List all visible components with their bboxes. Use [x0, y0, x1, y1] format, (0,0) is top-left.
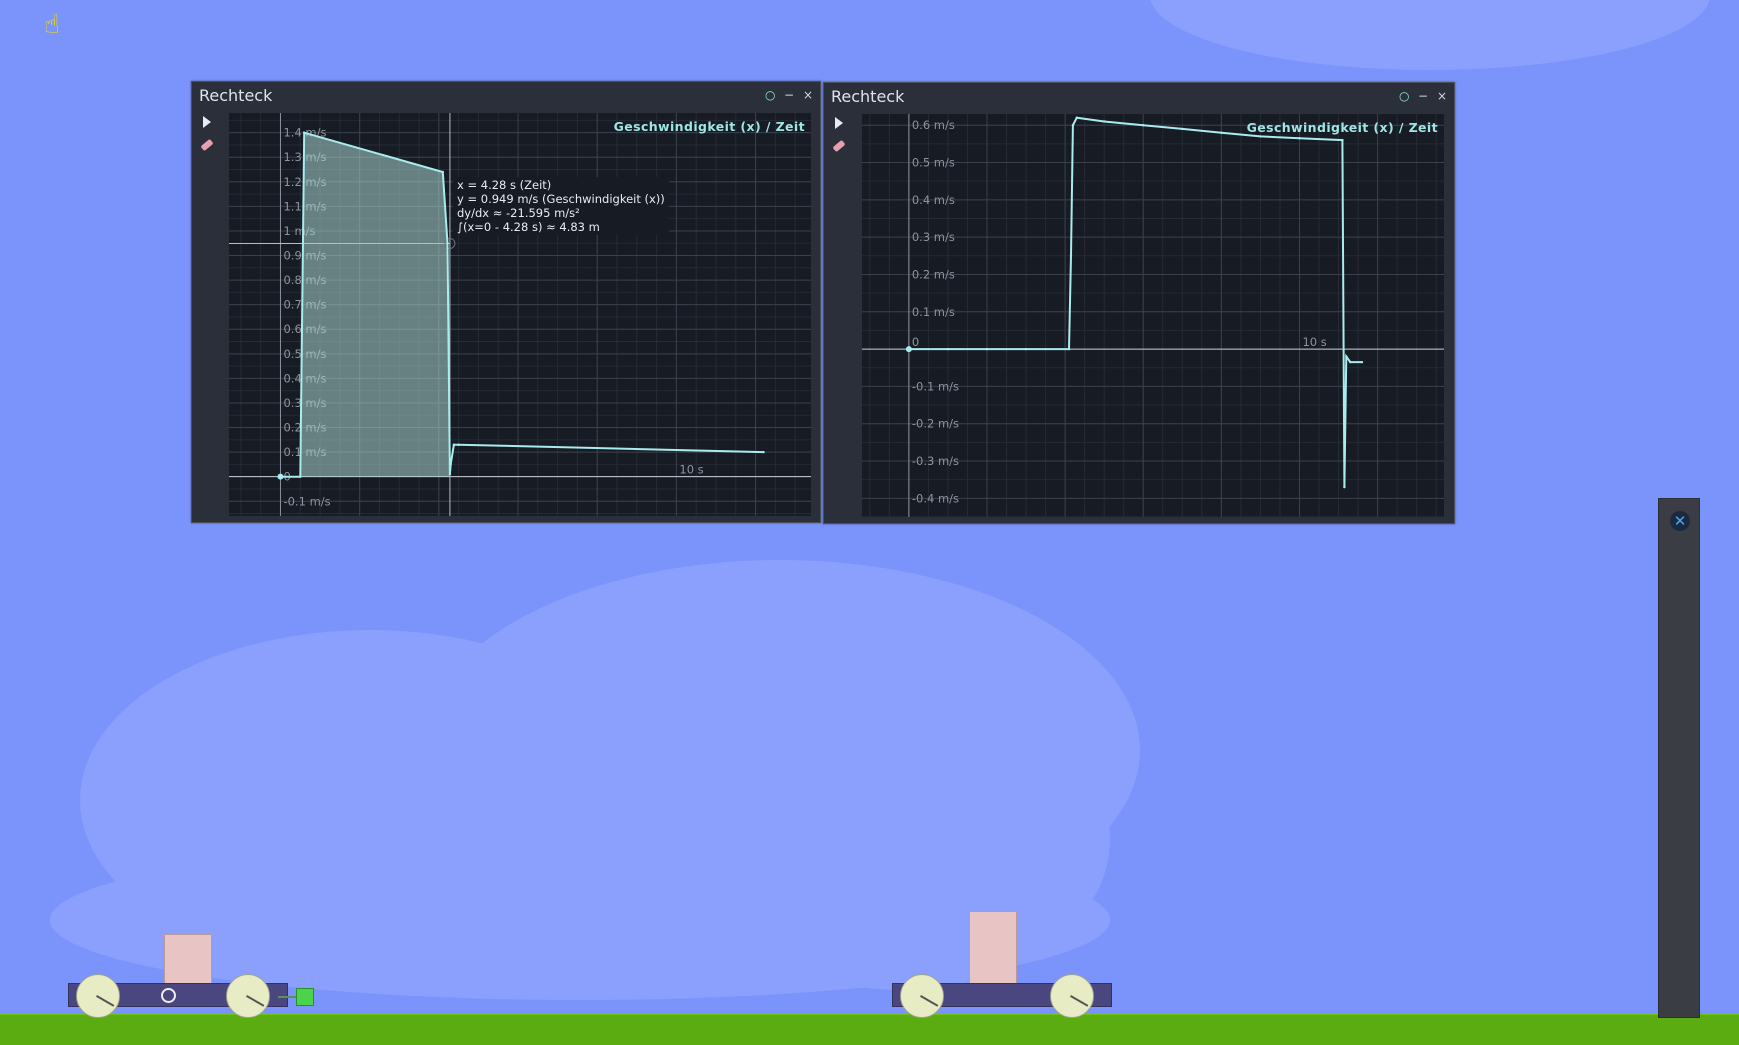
y-tick-label: 0.3 m/s: [912, 230, 955, 244]
pin-icon[interactable]: ○: [765, 88, 775, 102]
data-point: [985, 347, 989, 351]
y-tick-label: -0.2 m/s: [912, 417, 959, 431]
data-point: [441, 170, 444, 174]
data-point: [1075, 116, 1079, 119]
minimize-button[interactable]: −: [784, 88, 794, 102]
y-tick-label: 0.5 m/s: [912, 156, 955, 170]
eraser-icon[interactable]: [200, 138, 214, 152]
wheel[interactable]: [226, 974, 270, 1018]
y-tick-label: 0.1 m/s: [912, 305, 955, 319]
cart-load-block[interactable]: [969, 911, 1017, 984]
series-line: [908, 116, 1362, 488]
data-point: [1343, 485, 1346, 489]
sensor-link: [278, 996, 296, 998]
y-tick-label: -0.4 m/s: [912, 491, 959, 505]
y-tick-label: -0.3 m/s: [912, 454, 959, 468]
velocity-sensor[interactable]: [296, 988, 314, 1006]
tooltip-y: y = 0.949 m/s (Geschwindigkeit (x)): [457, 192, 665, 206]
cloud: [1150, 0, 1710, 70]
data-tooltip: x = 4.28 s (Zeit) y = 0.949 m/s (Geschwi…: [453, 177, 669, 235]
tooltip-integral: ∫(x=0 - 4.28 s) ≈ 4.83 m: [457, 220, 600, 234]
cart-load-block[interactable]: [164, 934, 212, 984]
wheel[interactable]: [1050, 974, 1094, 1018]
plot-area[interactable]: 1.4 m/s1.3 m/s1.2 m/s1.1 m/s1 m/s0.9 m/s…: [229, 113, 811, 516]
data-point: [1069, 254, 1073, 257]
window-title: Rechteck: [199, 86, 273, 105]
data-point: [1360, 360, 1364, 364]
velocity-time-chart[interactable]: 0.6 m/s 0.5 m/s 0.4 m/s 0.3 m/s 0.2 m/s 0.1 m…: [862, 114, 1444, 517]
data-point: [446, 242, 449, 245]
data-point: [1102, 120, 1106, 123]
play-icon[interactable]: [835, 117, 843, 129]
x-tick-label: 10 s: [679, 463, 703, 477]
data-point: [448, 473, 452, 476]
data-point: [1067, 347, 1071, 351]
wheel[interactable]: [76, 974, 120, 1018]
wheel[interactable]: [900, 974, 944, 1018]
plot-caption: Geschwindigkeit (x) / Zeit: [1246, 120, 1438, 135]
tooltip-x: x = 4.28 s (Zeit): [457, 178, 552, 192]
data-point: [457, 443, 460, 446]
data-point: [303, 131, 306, 134]
data-point: [1341, 138, 1344, 142]
data-point: [946, 347, 950, 351]
motor-icon: [161, 988, 176, 1003]
origin-marker: [277, 473, 284, 480]
data-point: [1220, 131, 1223, 134]
data-point: [1071, 123, 1075, 127]
y-tick-label: 0.6 m/s: [912, 118, 955, 132]
plot-caption: Geschwindigkeit (x) / Zeit: [613, 119, 805, 134]
tooltip-derivative: dy/dx ≈ -21.595 m/s²: [457, 206, 580, 220]
x-tick-label: 10 s: [1302, 335, 1326, 349]
plot-window-1[interactable]: Rechteck ○ − × 1.4 m/s1.3 m/s1.2 m/s1.1 …: [191, 81, 821, 523]
titlebar[interactable]: Rechteck ○ − ×: [824, 83, 1454, 111]
y-tick-label: -0.1 m/s: [283, 494, 330, 508]
data-point: [1349, 360, 1352, 364]
data-point: [1181, 127, 1184, 131]
data-point: [1298, 137, 1301, 140]
close-icon[interactable]: ✕: [1670, 511, 1690, 531]
play-icon[interactable]: [203, 116, 211, 128]
side-dock: ✕: [1658, 498, 1700, 1018]
data-point: [1142, 123, 1145, 127]
pin-icon[interactable]: ○: [1399, 89, 1409, 103]
data-point: [452, 443, 456, 446]
minimize-button[interactable]: −: [1418, 89, 1428, 103]
velocity-time-chart[interactable]: 1.4 m/s1.3 m/s1.2 m/s1.1 m/s1 m/s0.9 m/s…: [229, 113, 811, 516]
integral-area: [280, 132, 450, 477]
ground: [0, 1015, 1739, 1045]
data-point: [299, 475, 302, 478]
hand-cursor-icon: ☝: [44, 10, 60, 40]
window-title: Rechteck: [831, 87, 905, 106]
data-point: [1345, 355, 1348, 358]
titlebar[interactable]: Rechteck ○ − ×: [192, 82, 820, 110]
y-tick-label: 0.2 m/s: [912, 267, 955, 281]
x-tick-label: 0: [912, 335, 919, 349]
plot-window-2[interactable]: Rechteck ○ − × 0.6 m/s 0.5 m/s 0.4 m/s 0.3 …: [823, 82, 1455, 524]
data-point: [1024, 347, 1028, 351]
y-tick-label: -0.1 m/s: [912, 379, 959, 393]
data-point: [1259, 135, 1262, 138]
eraser-icon[interactable]: [832, 139, 846, 153]
data-point: [449, 463, 452, 466]
plot-area[interactable]: 0.6 m/s 0.5 m/s 0.4 m/s 0.3 m/s 0.2 m/s 0.1 m…: [862, 114, 1444, 517]
close-button[interactable]: ×: [1437, 89, 1447, 103]
origin-marker: [905, 346, 912, 353]
data-point: [762, 450, 765, 454]
y-tick-label: 0.4 m/s: [912, 193, 955, 207]
close-button[interactable]: ×: [803, 88, 813, 102]
